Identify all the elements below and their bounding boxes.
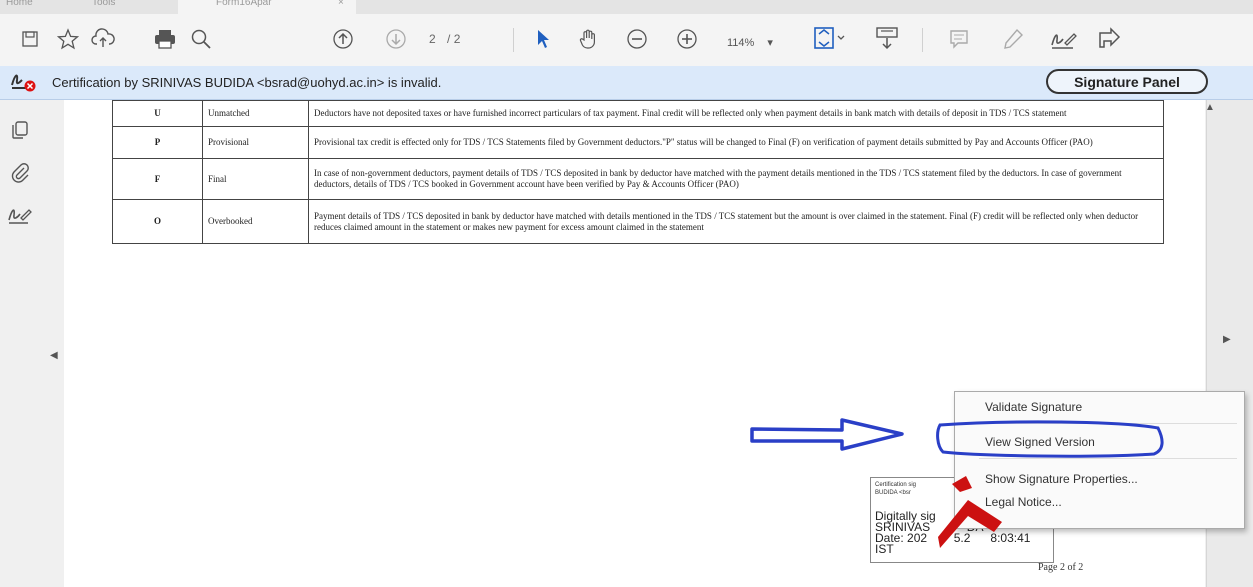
bookmark-star-icon[interactable]: [55, 24, 81, 54]
tab-close-icon[interactable]: ×: [338, 0, 344, 8]
scroll-up-icon[interactable]: ▲: [1205, 102, 1215, 113]
status-description-cell: Deductors have not deposited taxes or ha…: [308, 100, 1164, 127]
status-description-cell: Payment details of TDS / TCS deposited i…: [308, 199, 1164, 244]
print-icon[interactable]: [152, 24, 178, 54]
table-row: P Provisional Provisional tax credit is …: [112, 126, 1164, 159]
zoom-in-icon[interactable]: [674, 24, 700, 54]
main-toolbar: 2 / 2 114% ▾: [0, 14, 1253, 67]
left-navigation-rail: ◀: [0, 100, 58, 587]
tds-status-table: U Unmatched Deductors have not deposited…: [112, 100, 1164, 244]
tab-home[interactable]: Home: [6, 0, 33, 8]
zoom-out-icon[interactable]: [624, 24, 650, 54]
comment-icon[interactable]: [946, 24, 972, 54]
tab-document-label: Form16Apar: [216, 0, 272, 8]
status-description-cell: In case of non-government deductors, pay…: [308, 158, 1164, 200]
signature-status-message: Certification by SRINIVAS BUDIDA <bsrad@…: [52, 75, 442, 90]
status-name-cell: Overbooked: [202, 199, 309, 244]
page-current-value: 2: [429, 32, 436, 46]
signature-status-bar: Certification by SRINIVAS BUDIDA <bsrad@…: [0, 66, 1253, 100]
zoom-level-dropdown[interactable]: 114% ▾: [727, 36, 773, 49]
status-code-cell: F: [112, 158, 203, 200]
menu-item-validate-signature[interactable]: Validate Signature: [985, 400, 1082, 414]
chevron-down-icon: ▾: [767, 37, 773, 49]
status-name-cell: Unmatched: [202, 100, 309, 127]
expand-right-panel-icon[interactable]: ▶: [1223, 334, 1231, 345]
toolbar-divider: [513, 28, 514, 52]
page-total-label: / 2: [447, 32, 461, 46]
menu-item-view-signed-version[interactable]: View Signed Version: [985, 435, 1095, 449]
table-row: U Unmatched Deductors have not deposited…: [112, 100, 1164, 127]
invalid-signature-icon: [10, 71, 40, 98]
menu-item-legal-notice[interactable]: Legal Notice...: [985, 495, 1062, 509]
collapse-left-panel-icon[interactable]: ◀: [50, 350, 58, 361]
share-icon[interactable]: [1094, 24, 1124, 54]
zoom-level-value: 114%: [727, 37, 755, 49]
status-name-cell: Final: [202, 158, 309, 200]
zoom-search-icon[interactable]: [188, 24, 214, 54]
toolbar-divider: [922, 28, 923, 52]
sign-icon[interactable]: [1048, 24, 1078, 54]
status-description-cell: Provisional tax credit is effected only …: [308, 126, 1164, 159]
signature-context-menu: Validate Signature View Signed Version S…: [954, 391, 1245, 529]
save-icon[interactable]: [18, 24, 42, 54]
signature-field-header: Certification sig BUDIDA <bsr: [875, 482, 917, 496]
tab-strip: Home Tools Form16Apar ×: [0, 0, 1253, 14]
page-thumbnails-icon[interactable]: [10, 120, 30, 145]
highlight-pen-icon[interactable]: [1000, 24, 1026, 54]
table-row: F Final In case of non-government deduct…: [112, 158, 1164, 200]
hand-tool-icon[interactable]: [576, 24, 602, 54]
tab-document[interactable]: Form16Apar ×: [178, 0, 356, 14]
previous-page-icon[interactable]: [330, 24, 356, 54]
status-name-cell: Provisional: [202, 126, 309, 159]
status-code-cell: O: [112, 199, 203, 244]
signatures-panel-icon[interactable]: [6, 204, 32, 231]
cloud-upload-icon[interactable]: [90, 24, 116, 54]
menu-divider: [979, 423, 1237, 424]
page-footer: Page 2 of 2: [1038, 562, 1084, 573]
page-fit-icon[interactable]: [812, 24, 848, 54]
menu-item-show-signature-properties[interactable]: Show Signature Properties...: [985, 472, 1138, 486]
signature-panel-button[interactable]: Signature Panel: [1046, 69, 1208, 94]
tab-tools[interactable]: Tools: [92, 0, 115, 8]
status-code-cell: P: [112, 126, 203, 159]
menu-divider: [979, 458, 1237, 459]
next-page-icon[interactable]: [383, 24, 409, 54]
scroll-mode-icon[interactable]: [872, 24, 902, 54]
attachment-icon[interactable]: [10, 162, 30, 189]
status-code-cell: U: [112, 100, 203, 127]
select-cursor-icon[interactable]: [532, 24, 554, 54]
page-number-field[interactable]: 2 / 2: [429, 32, 489, 50]
table-row: O Overbooked Payment details of TDS / TC…: [112, 199, 1164, 244]
